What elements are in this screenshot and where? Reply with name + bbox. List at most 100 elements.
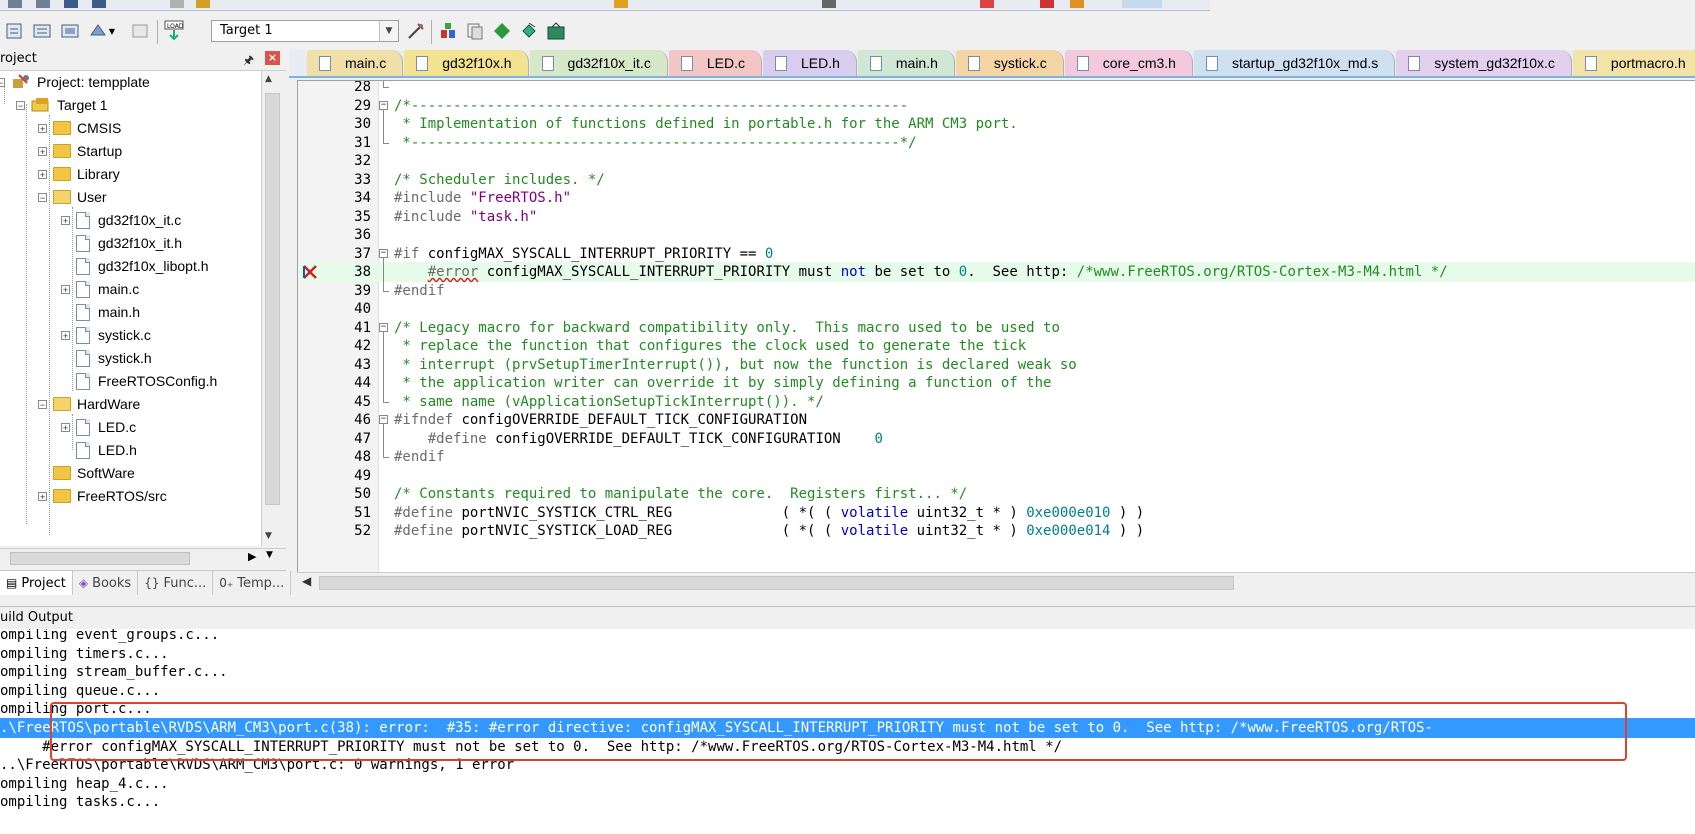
scrollbar-thumb[interactable] (265, 93, 280, 505)
scroll-right-icon[interactable]: ▶ (248, 550, 256, 563)
expand-icon[interactable]: + (38, 123, 47, 133)
open-file-icon[interactable] (36, 0, 50, 8)
breakpoint-icon[interactable] (1040, 0, 1054, 8)
scroll-down-icon[interactable]: ▼ (266, 550, 273, 560)
tree-item[interactable]: systick.h (61, 347, 152, 369)
tree-item[interactable]: + CMSIS (38, 117, 121, 139)
code-line[interactable]: 42 * replace the function that configure… (298, 336, 1695, 356)
pack-installer-icon[interactable] (545, 20, 567, 42)
debug-stop-icon[interactable] (980, 0, 994, 8)
editor-tab[interactable]: gd32f10x_it.c (529, 50, 668, 76)
build-error-line[interactable]: .\FreeRTOS\portable\RVDS\ARM_CM3\port.c(… (0, 718, 1695, 738)
code-line[interactable]: 47 #define configOVERRIDE_DEFAULT_TICK_C… (298, 428, 1695, 449)
collapse-icon[interactable]: − (0, 77, 5, 87)
chevron-down-icon[interactable]: ▼ (379, 21, 398, 41)
code-line[interactable]: 44 * the application writer can override… (298, 373, 1695, 393)
project-tree-hscrollbar[interactable]: ▶ ▼ (0, 548, 286, 567)
build-icon[interactable] (31, 20, 53, 42)
select-packs-icon[interactable] (491, 20, 513, 42)
editor-tab[interactable]: LED.h (762, 50, 857, 76)
editor-hscrollbar[interactable]: ◀ (297, 572, 1695, 591)
panel-tab-temp[interactable]: 0₊ Temp... (213, 571, 292, 595)
code-line[interactable]: 48 #endif (298, 447, 1695, 467)
code-line[interactable]: 43 * interrupt (prvSetupTimerInterrupt()… (298, 354, 1695, 375)
code-line[interactable]: 38 #error configMAX_SYSCALL_INTERRUPT_PR… (298, 262, 1695, 282)
editor-tab[interactable]: startup_gd32f10x_md.s (1193, 50, 1396, 76)
new-file-icon[interactable] (8, 0, 22, 8)
window-layout-icon[interactable] (1122, 0, 1162, 8)
code-line[interactable]: 31 *------------------------------------… (298, 132, 1695, 153)
panel-tab-project[interactable]: ▤ Project (0, 571, 73, 595)
code-line[interactable]: 52 #define portNVIC_SYSTICK_LOAD_REG ( *(… (298, 521, 1695, 541)
tree-item[interactable]: − HardWare (38, 393, 140, 415)
collapse-icon[interactable]: − (16, 100, 25, 110)
scroll-down-icon[interactable]: ▼ (265, 531, 272, 541)
fold-marker[interactable]: − (378, 96, 388, 116)
build-output-line[interactable]: ompiling tasks.c... (0, 792, 1695, 812)
fold-marker[interactable]: − (378, 318, 388, 338)
file-extensions-icon[interactable] (464, 20, 486, 42)
expand-icon[interactable]: + (38, 491, 47, 501)
expand-icon[interactable]: + (38, 146, 47, 156)
code-line[interactable]: 30 * Implementation of functions defined… (298, 114, 1695, 134)
manage-rte-icon[interactable] (518, 20, 540, 42)
tree-item[interactable]: + systick.c (61, 324, 151, 346)
editor-tab[interactable]: main.c (307, 50, 404, 76)
code-line[interactable]: 35 #include "task.h" (298, 207, 1695, 227)
save-all-icon[interactable] (92, 0, 106, 8)
batch-build-dropdown-icon[interactable]: ▼ (106, 20, 118, 42)
tree-item[interactable]: − Target 1 (16, 94, 108, 116)
rebuild-icon[interactable] (59, 20, 81, 42)
paste-icon[interactable] (196, 0, 210, 8)
expand-icon[interactable]: + (61, 330, 70, 340)
build-output-line[interactable]: ompiling port.c... (0, 699, 1695, 719)
editor-tab[interactable]: systick.c (955, 50, 1064, 76)
scroll-left-icon[interactable]: ◀ (302, 574, 311, 588)
build-output-line[interactable]: ompiling timers.c... (0, 644, 1695, 664)
tree-item[interactable]: + gd32f10x_it.c (61, 209, 181, 231)
expand-icon[interactable]: + (61, 215, 70, 225)
editor-tab[interactable]: gd32f10x.h (404, 50, 529, 76)
collapse-icon[interactable]: − (38, 192, 47, 202)
target-select[interactable]: Target 1 ▼ (211, 20, 399, 42)
code-line[interactable]: 28 (298, 81, 1695, 97)
tree-item[interactable]: FreeRTOSConfig.h (61, 370, 217, 392)
build-output-line[interactable]: ..\FreeRTOS\portable\RVDS\ARM_CM3\port.c… (0, 755, 1695, 775)
code-line[interactable]: 50 /* Constants required to manipulate th… (298, 484, 1695, 504)
code-editor[interactable]: 28 29−/*---------------------------------… (297, 80, 1695, 574)
code-line[interactable]: 37− #if configMAX_SYSCALL_INTERRUPT_PRIOR… (298, 244, 1695, 264)
pin-icon[interactable]: 🖈 (243, 51, 254, 72)
tree-item[interactable]: + LED.c (61, 416, 136, 438)
editor-tab[interactable]: LED.c (668, 50, 762, 76)
code-line[interactable]: 40 (298, 299, 1695, 319)
target-options-icon[interactable] (405, 20, 427, 42)
expand-icon[interactable]: + (61, 422, 70, 432)
close-icon[interactable]: × (265, 51, 280, 65)
expand-icon[interactable]: + (61, 284, 70, 294)
editor-tab[interactable]: main.h (857, 50, 955, 76)
build-output[interactable]: ompiling event_groups.c... ompiling timer… (0, 629, 1695, 834)
tree-item[interactable]: + Library (38, 163, 120, 185)
fold-marker[interactable]: − (378, 244, 388, 264)
code-line[interactable]: 41−/* Legacy macro for backward compatib… (298, 318, 1695, 338)
stop-build-icon[interactable] (129, 20, 151, 42)
code-line[interactable]: 45 * same name (vApplicationSetupTickInt… (298, 391, 1695, 412)
tree-item[interactable]: + Startup (38, 140, 122, 162)
scrollbar-thumb[interactable] (10, 552, 190, 565)
tree-item[interactable]: − User (38, 186, 107, 208)
editor-tab[interactable]: portmacro.h (1572, 50, 1695, 76)
build-output-line[interactable]: ompiling heap_4.c... (0, 774, 1695, 794)
translate-icon[interactable] (3, 20, 25, 42)
code-line[interactable]: 49 (298, 466, 1695, 486)
code-line[interactable]: 51 #define portNVIC_SYSTICK_CTRL_REG ( *(… (298, 503, 1695, 523)
dropdown-icon[interactable] (822, 0, 836, 8)
tree-item[interactable]: + main.c (61, 278, 139, 300)
code-line[interactable]: 46− #ifndef configOVERRIDE_DEFAULT_TICK_C… (298, 410, 1695, 430)
tree-item[interactable]: gd32f10x_libopt.h (61, 255, 209, 277)
code-line[interactable]: 36 (298, 225, 1695, 245)
panel-tab-func[interactable]: {} Func... (138, 571, 214, 595)
cut-icon[interactable] (170, 0, 184, 8)
collapse-icon[interactable]: − (38, 399, 47, 409)
code-line[interactable]: 33 /* Scheduler includes. */ (298, 170, 1695, 190)
tree-item[interactable]: − Project: tempplate (0, 71, 150, 93)
